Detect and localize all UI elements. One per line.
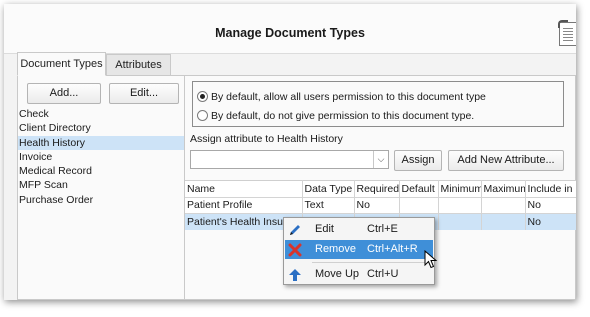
title-bar: Manage Document Types (4, 4, 576, 54)
permission-radio-group: By default, allow all users permission t… (192, 81, 564, 127)
column-header-include-in[interactable]: Include in (525, 180, 576, 198)
radio-allow-label: By default, allow all users permission t… (211, 91, 486, 103)
window-title: Manage Document Types (215, 26, 365, 40)
context-menu: Edit Ctrl+E Remove Ctrl+Alt+R Move Up Ct… (283, 217, 435, 285)
column-header-minimum[interactable]: Minimum (438, 180, 482, 198)
edit-button[interactable]: Edit... (109, 83, 179, 104)
table-row[interactable]: Patient Profile Text No No (185, 197, 576, 214)
radio-unchecked-icon[interactable] (197, 110, 208, 121)
list-item[interactable]: MFP Scan (18, 178, 184, 192)
menu-item-move-up[interactable]: Move Up Ctrl+U (285, 265, 433, 284)
column-header-data-type[interactable]: Data Type (302, 180, 355, 198)
radio-allow-permission[interactable]: By default, allow all users permission t… (197, 89, 486, 105)
cell-include-in: No (525, 213, 576, 230)
add-button[interactable]: Add... (27, 83, 101, 104)
cell-minimum (438, 213, 482, 230)
cell-required: No (354, 197, 400, 214)
cell-name: Patient Profile (185, 197, 303, 214)
list-item[interactable]: Purchase Order (18, 193, 184, 207)
column-header-required[interactable]: Required (354, 180, 400, 198)
pencil-icon (290, 225, 300, 235)
list-item[interactable]: Medical Record (18, 164, 184, 178)
column-header-name[interactable]: Name (185, 180, 303, 198)
add-new-attribute-button[interactable]: Add New Attribute... (448, 150, 564, 171)
menu-item-label: Edit (315, 223, 334, 235)
assign-button[interactable]: Assign (394, 150, 442, 171)
red-x-icon (288, 243, 302, 257)
mouse-cursor-icon (424, 250, 438, 269)
cell-minimum (438, 197, 482, 214)
list-item[interactable]: Check (18, 107, 184, 121)
chevron-down-icon[interactable]: ⌵ (373, 151, 388, 168)
list-item[interactable]: Client Directory (18, 121, 184, 135)
grid-header-row: Name Data Type Required Default Minimum … (185, 180, 576, 198)
list-item[interactable]: Invoice (18, 150, 184, 164)
radio-deny-permission[interactable]: By default, do not give permission to th… (197, 108, 474, 124)
tab-document-types[interactable]: Document Types (17, 52, 106, 76)
menu-item-remove[interactable]: Remove Ctrl+Alt+R (285, 240, 433, 259)
menu-item-shortcut: Ctrl+E (367, 223, 398, 235)
document-type-list: Check Client Directory Health History In… (18, 107, 184, 207)
menu-item-label: Move Up (315, 268, 360, 280)
assign-attribute-label: Assign attribute to Health History (190, 133, 343, 145)
attribute-combobox[interactable]: ⌵ (190, 150, 389, 169)
tab-attributes[interactable]: Attributes (106, 54, 171, 76)
menu-separator (312, 262, 432, 263)
document-icon (558, 20, 576, 46)
cell-data-type: Text (302, 197, 355, 214)
list-item-selected[interactable]: Health History (18, 135, 184, 150)
radio-deny-label: By default, do not give permission to th… (211, 110, 475, 122)
menu-item-shortcut: Ctrl+Alt+R (367, 243, 418, 255)
cell-include-in: No (525, 197, 576, 214)
cell-maximum (481, 197, 526, 214)
radio-checked-icon[interactable] (197, 91, 208, 102)
cell-maximum (481, 213, 526, 230)
cell-default (399, 197, 439, 214)
menu-item-edit[interactable]: Edit Ctrl+E (285, 220, 433, 239)
menu-item-label: Remove (315, 243, 356, 255)
up-arrow-icon (289, 269, 301, 281)
column-header-maximum[interactable]: Maximum (481, 180, 526, 198)
column-header-default[interactable]: Default (399, 180, 439, 198)
document-types-panel: Add... Edit... Check Client Directory He… (17, 75, 185, 300)
menu-item-shortcut: Ctrl+U (367, 268, 399, 280)
